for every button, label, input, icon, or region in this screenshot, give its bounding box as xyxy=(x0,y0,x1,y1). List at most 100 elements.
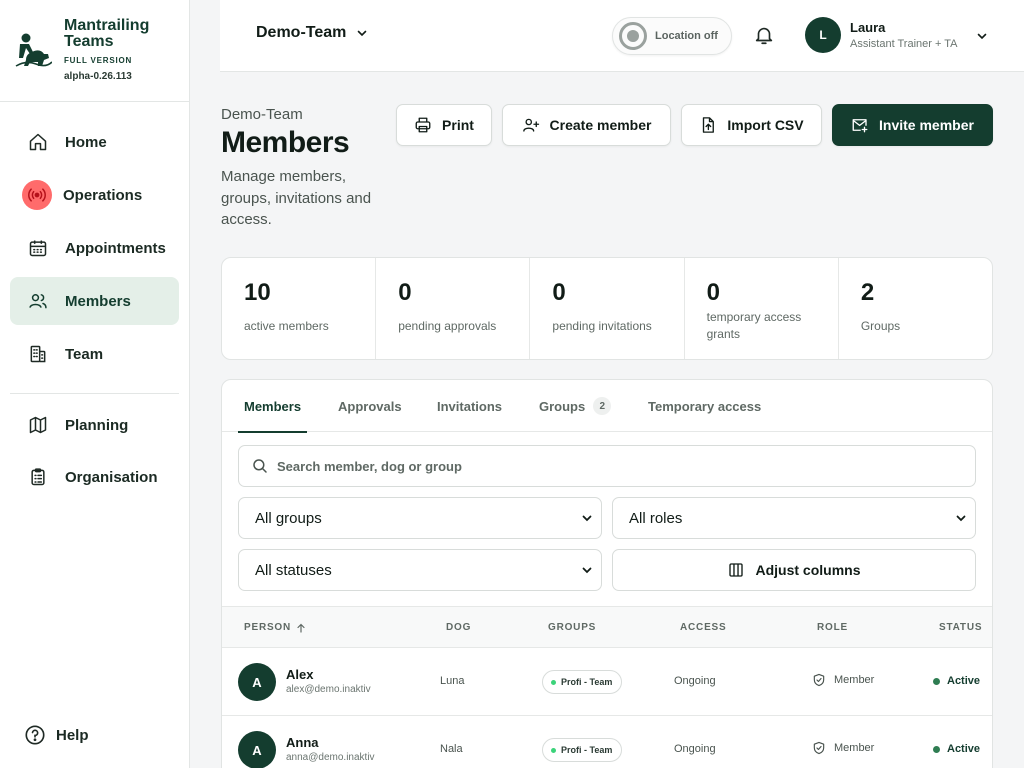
building-icon xyxy=(26,342,50,366)
user-avatar[interactable]: L xyxy=(805,17,841,53)
role-label: Member xyxy=(834,674,875,686)
search-input[interactable] xyxy=(277,458,957,474)
calendar-icon xyxy=(26,236,50,260)
search-box xyxy=(238,445,976,487)
broadcast-icon xyxy=(22,180,52,210)
invite-member-button[interactable]: Invite member xyxy=(832,104,993,146)
group-badge: Profi - Team xyxy=(542,738,623,762)
nav-label: Members xyxy=(65,292,131,310)
shield-icon xyxy=(813,741,825,755)
create-member-button[interactable]: Create member xyxy=(502,104,671,146)
stat-label: pending approvals xyxy=(398,319,497,333)
dog-logo-icon xyxy=(15,33,52,67)
tab-label: Invitations xyxy=(437,398,503,414)
stat-pending-invitations: 0 pending invitations xyxy=(530,258,685,359)
status-badge: Active xyxy=(933,675,980,687)
nav-item-planning[interactable]: Planning xyxy=(10,401,179,449)
column-dog[interactable]: DOG xyxy=(446,622,471,633)
members-panel: Members Approvals Invitations Groups 2 T… xyxy=(221,379,993,768)
nav-item-organisation[interactable]: Organisation xyxy=(10,453,179,501)
nav-label: Team xyxy=(65,345,104,363)
sort-ascending-icon xyxy=(297,623,305,633)
tab-invitations[interactable]: Invitations xyxy=(437,380,502,432)
role-label: Member xyxy=(834,742,875,754)
team-switcher[interactable]: Demo-Team xyxy=(256,24,368,42)
column-label: ACCESS xyxy=(680,622,727,633)
create-member-label: Create member xyxy=(549,117,652,133)
member-email: alex@demo.inaktiv xyxy=(286,684,371,695)
tab-temporary-access[interactable]: Temporary access xyxy=(648,380,761,432)
chevron-down-icon xyxy=(582,515,592,522)
tab-label: Approvals xyxy=(338,398,402,414)
column-label: PERSON xyxy=(244,622,292,633)
sidebar: Mantrailing Teams FULL VERSION alpha-0.2… xyxy=(0,0,190,768)
stat-active-members: 10 active members xyxy=(222,258,377,359)
printer-icon xyxy=(415,117,431,133)
primary-nav: Home Operations Appointments Members Tea… xyxy=(10,118,179,383)
brand-version-tag: FULL VERSION xyxy=(64,56,133,65)
tab-label: Groups xyxy=(539,398,586,414)
groups-filter[interactable]: All groups xyxy=(238,497,602,539)
statuses-filter-value: All statuses xyxy=(255,561,332,579)
tab-approvals[interactable]: Approvals xyxy=(338,380,402,432)
stat-temporary-access: 0 temporary access grants xyxy=(685,258,839,359)
help-icon xyxy=(25,725,45,745)
nav-label: Appointments xyxy=(65,239,166,257)
adjust-columns-button[interactable]: Adjust columns xyxy=(612,549,976,591)
page-title: Members xyxy=(221,126,350,159)
statuses-filter[interactable]: All statuses xyxy=(238,549,602,591)
page-subtitle: Manage members, groups, invitations and … xyxy=(221,168,372,228)
status-badge: Active xyxy=(933,743,980,755)
stat-pending-approvals: 0 pending approvals xyxy=(376,258,531,359)
stat-value: 0 xyxy=(552,279,566,306)
column-status[interactable]: STATUS xyxy=(939,622,982,633)
stats-card: 10 active members 0 pending approvals 0 … xyxy=(221,257,993,360)
stat-value: 10 xyxy=(244,279,271,306)
print-button[interactable]: Print xyxy=(396,104,492,146)
tab-groups[interactable]: Groups 2 xyxy=(539,380,612,432)
nav-divider xyxy=(10,393,179,394)
nav-label: Home xyxy=(65,133,107,151)
brand-name: Mantrailing Teams xyxy=(64,17,150,50)
stat-label: active members xyxy=(244,319,329,333)
column-groups[interactable]: GROUPS xyxy=(548,622,596,633)
column-label: DOG xyxy=(446,622,472,633)
member-name[interactable]: Alex xyxy=(286,667,313,682)
member-email: anna@demo.inaktiv xyxy=(286,752,375,763)
tab-members[interactable]: Members xyxy=(237,380,308,433)
member-avatar: A xyxy=(238,663,276,701)
chevron-down-icon xyxy=(358,30,367,37)
nav-item-appointments[interactable]: Appointments xyxy=(10,224,179,272)
nav-label: Planning xyxy=(65,416,129,434)
column-label: GROUPS xyxy=(548,622,597,633)
import-csv-button[interactable]: Import CSV xyxy=(681,104,822,146)
column-person[interactable]: PERSON xyxy=(244,622,306,633)
tab-label: Members xyxy=(244,398,302,414)
nav-item-members[interactable]: Members xyxy=(10,277,179,325)
member-avatar: A xyxy=(238,731,276,768)
user-menu-toggle[interactable] xyxy=(976,29,988,47)
map-icon xyxy=(26,413,50,437)
shield-icon xyxy=(813,673,825,687)
roles-filter[interactable]: All roles xyxy=(612,497,976,539)
stat-label: pending invitations xyxy=(552,319,652,333)
column-role[interactable]: ROLE xyxy=(817,622,848,633)
nav-item-team[interactable]: Team xyxy=(10,330,179,378)
location-toggle[interactable]: Location off xyxy=(612,17,732,55)
nav-item-home[interactable]: Home xyxy=(10,118,179,166)
notifications-button[interactable] xyxy=(753,24,775,51)
columns-icon xyxy=(729,563,744,577)
column-label: STATUS xyxy=(939,622,983,633)
invite-member-label: Invite member xyxy=(879,117,974,133)
stat-value: 0 xyxy=(398,279,412,306)
help-link[interactable]: Help xyxy=(24,724,89,746)
chevron-down-icon xyxy=(582,567,592,574)
table-row[interactable]: A Anna anna@demo.inaktiv Nala Profi - Te… xyxy=(222,716,992,768)
member-name[interactable]: Anna xyxy=(286,735,319,750)
secondary-nav: Planning Organisation xyxy=(10,401,179,506)
brand-build: alpha-0.26.113 xyxy=(64,71,132,82)
stat-label: Groups xyxy=(860,319,901,333)
table-row[interactable]: A Alex alex@demo.inaktiv Luna Profi - Te… xyxy=(222,648,992,716)
nav-item-operations[interactable]: Operations xyxy=(10,171,179,219)
column-access[interactable]: ACCESS xyxy=(680,622,726,633)
